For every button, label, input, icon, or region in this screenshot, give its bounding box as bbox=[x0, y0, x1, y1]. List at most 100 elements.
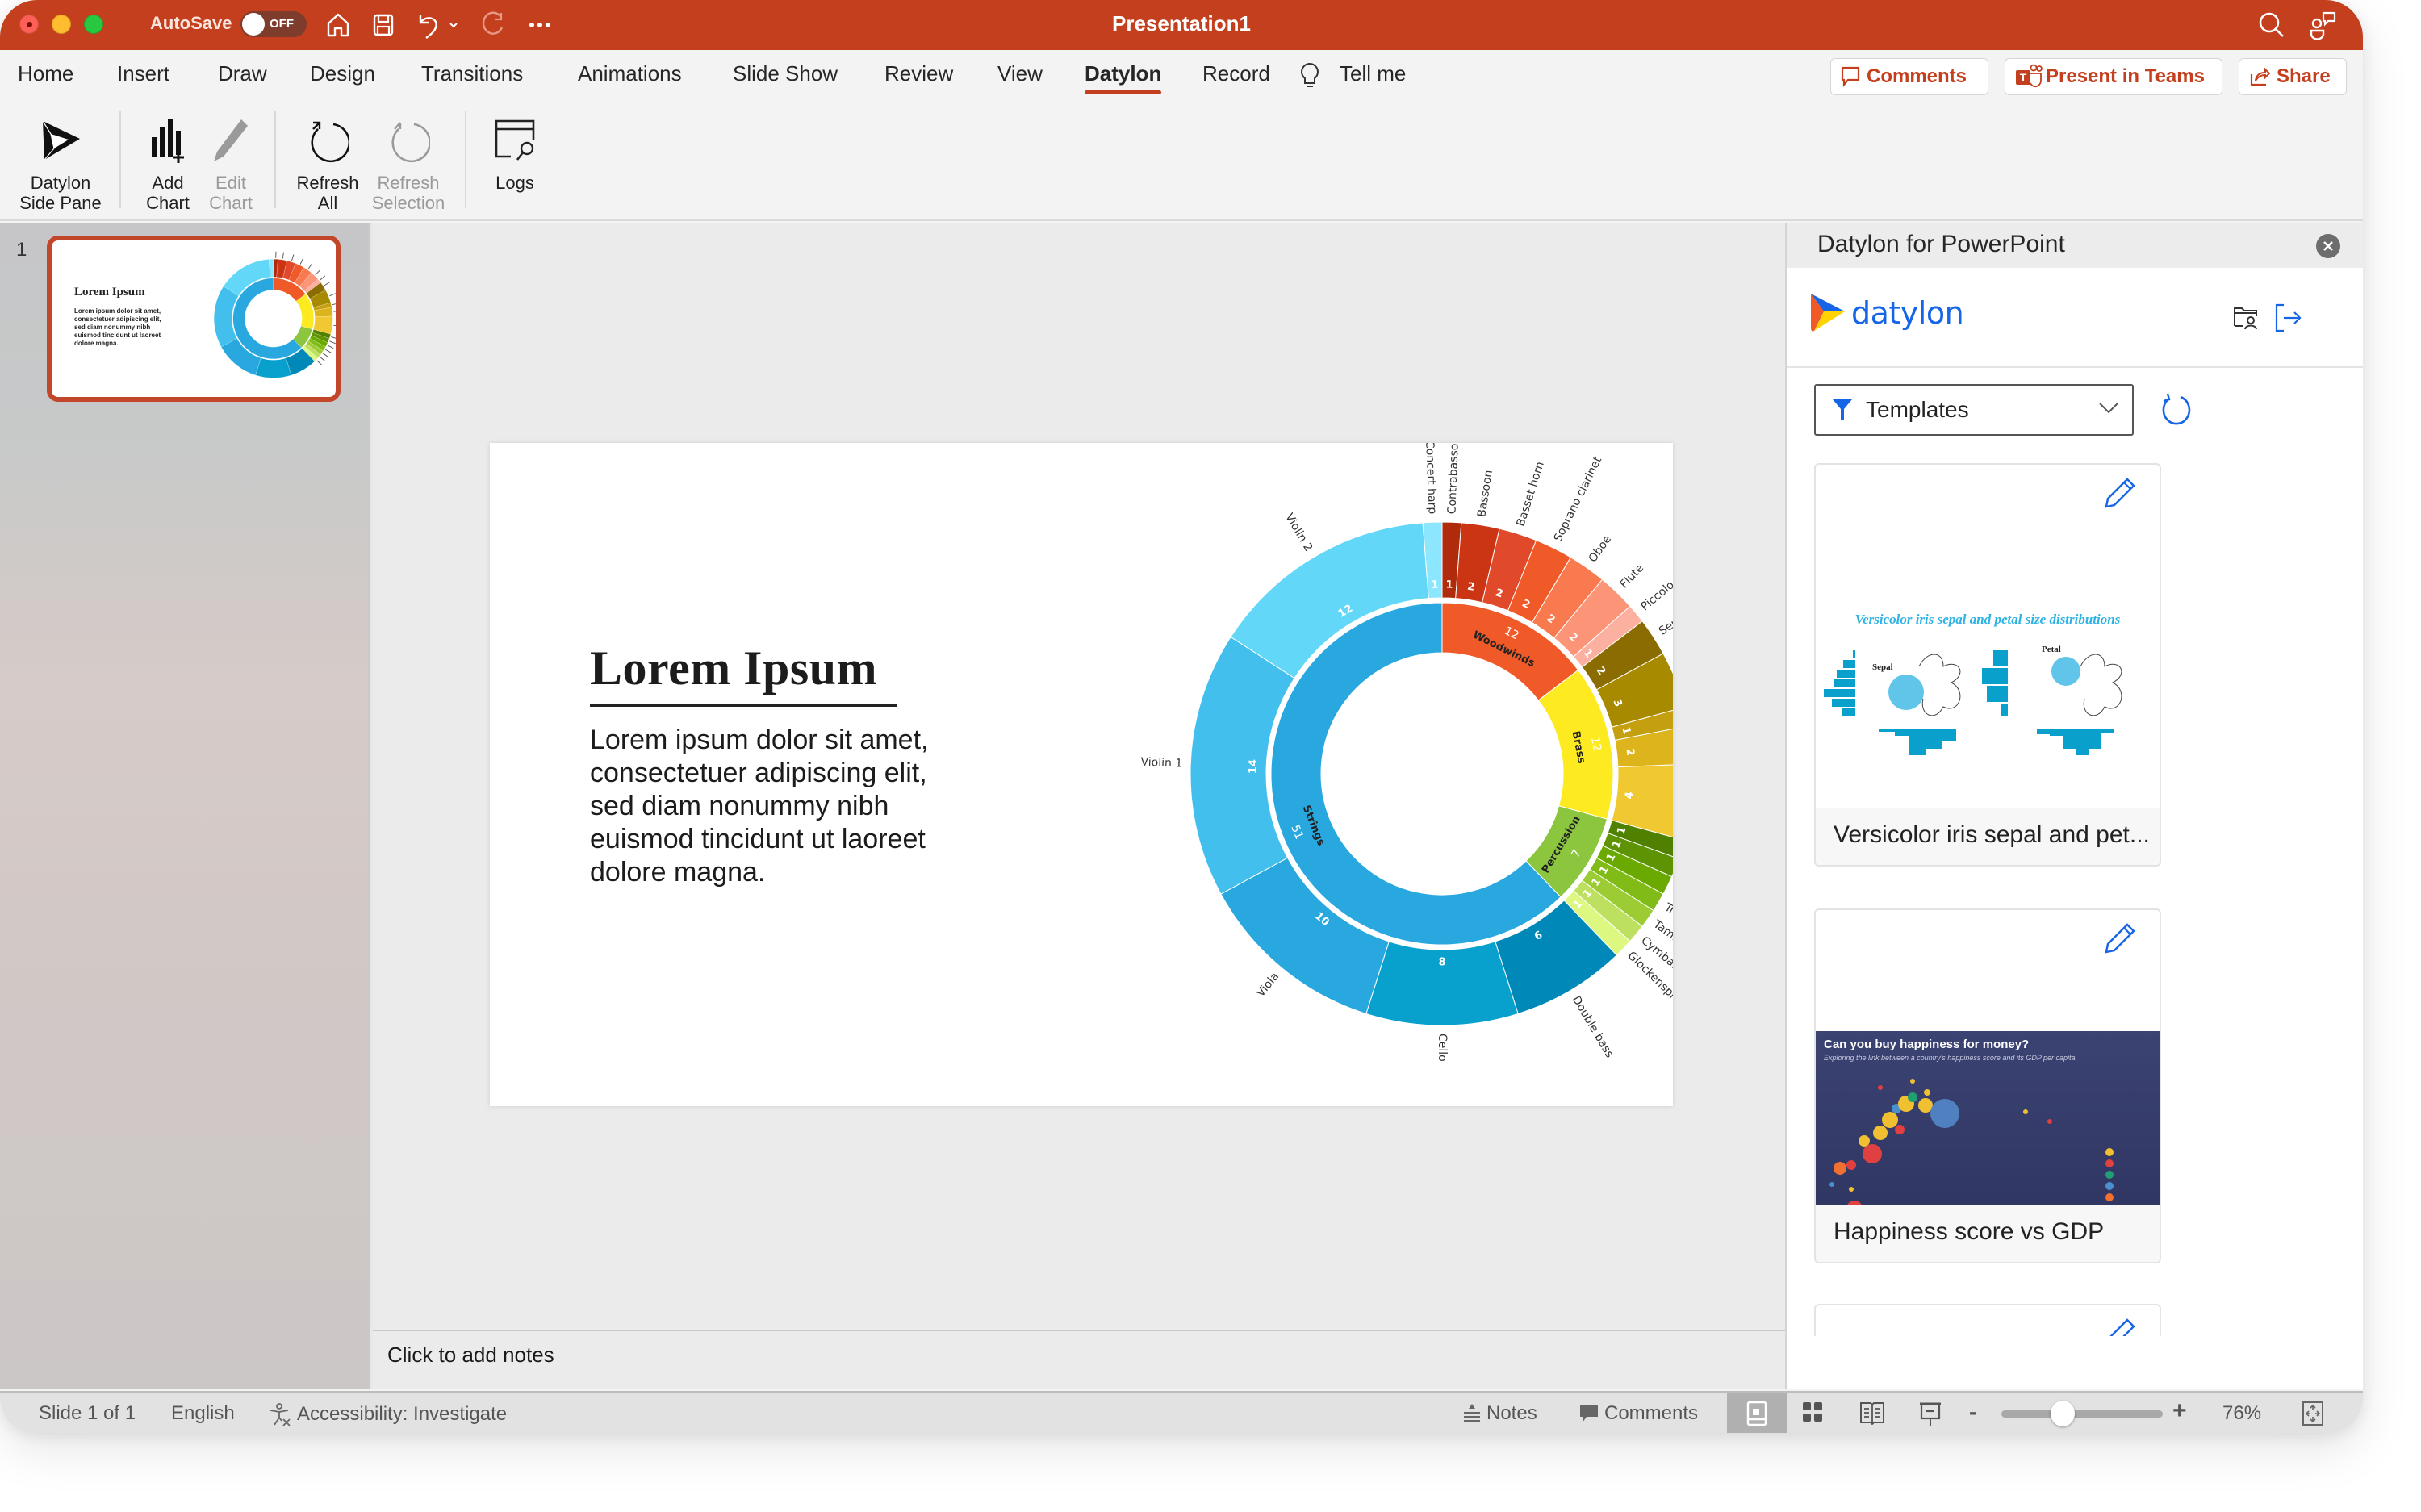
status-bar: Slide 1 of 1 English Accessibility: Inve… bbox=[0, 1391, 2363, 1433]
logs-button[interactable]: Logs bbox=[484, 108, 546, 193]
present-in-teams-button[interactable]: T Present in Teams bbox=[2005, 58, 2222, 95]
comments-toggle[interactable]: Comments bbox=[1578, 1402, 1698, 1425]
datylon-side-pane-line2: Side Pane bbox=[19, 193, 102, 213]
accessibility-checker[interactable]: Accessibility: Investigate bbox=[268, 1402, 507, 1426]
logs-icon bbox=[493, 108, 537, 173]
document-title: Presentation1 bbox=[1112, 11, 1251, 36]
filter-icon bbox=[1833, 399, 1852, 420]
slide-count: Slide 1 of 1 bbox=[39, 1402, 136, 1424]
collaborate-icon[interactable] bbox=[2308, 10, 2339, 40]
thumbnail-label-tick bbox=[320, 357, 326, 361]
language-indicator[interactable]: English bbox=[171, 1402, 235, 1425]
slide-sorter-button[interactable] bbox=[1801, 1401, 1824, 1423]
iris-preview-graphic: Sepal Petal bbox=[1824, 645, 2122, 755]
thumbnail-label-tick bbox=[291, 254, 295, 261]
template-card[interactable]: Versicolor iris sepal and petal size dis… bbox=[1814, 463, 2161, 867]
templates-filter-dropdown[interactable]: Templates bbox=[1814, 384, 2134, 436]
segment-name-label: Violin 1 bbox=[1140, 756, 1182, 771]
refresh-all-button[interactable]: Refresh All bbox=[291, 108, 365, 213]
title-bar: AutoSave OFF Presentation1 bbox=[0, 0, 2363, 50]
thumbnail-label-tick bbox=[324, 282, 330, 286]
edit-template-icon[interactable] bbox=[2105, 1317, 2137, 1336]
datylon-side-pane-line1: Datylon bbox=[30, 173, 91, 193]
present-in-teams-label: Present in Teams bbox=[2046, 65, 2205, 87]
slideshow-view-button[interactable] bbox=[1919, 1401, 1942, 1428]
segment-name-label: Serpent bbox=[1657, 603, 1673, 638]
thumbnail-label-tick bbox=[331, 336, 336, 339]
datylon-brand-name: datylon bbox=[1851, 295, 1964, 331]
fit-to-window-button[interactable] bbox=[2302, 1401, 2324, 1426]
tab-review[interactable]: Review bbox=[884, 61, 953, 86]
zoom-slider-handle[interactable] bbox=[2051, 1401, 2075, 1426]
thumbnail-label-tick bbox=[329, 340, 336, 345]
thumbnail-label-tick bbox=[333, 324, 336, 327]
thumbnail-label-tick bbox=[282, 252, 284, 259]
tab-design[interactable]: Design bbox=[310, 61, 375, 86]
tab-record[interactable]: Record bbox=[1202, 61, 1270, 86]
slide-thumbnails-pane: 1 Lorem Ipsum Lorem ipsum dolor sit amet… bbox=[0, 223, 368, 1389]
template-card[interactable]: Can you buy happiness for money? Explori… bbox=[1814, 908, 2161, 1263]
notes-toggle[interactable]: Notes bbox=[1462, 1402, 1537, 1425]
sign-out-icon[interactable] bbox=[2274, 303, 2303, 336]
zoom-out-button[interactable]: - bbox=[1969, 1399, 1976, 1425]
datylon-side-pane-button[interactable]: Datylon Side Pane bbox=[16, 108, 105, 213]
share-button-label: Share bbox=[2277, 65, 2331, 87]
share-icon bbox=[2250, 67, 2270, 86]
segment-value-label: 1 bbox=[1431, 579, 1439, 591]
thumbnail-label-tick bbox=[307, 263, 312, 269]
sunburst-chart[interactable]: 12Woodwinds1Contrabassoon2Bassoon2Basset… bbox=[1014, 443, 1673, 1106]
slide-body-text[interactable]: Lorem ipsum dolor sit amet, consectetuer… bbox=[590, 724, 969, 889]
chevron-down-icon bbox=[2099, 403, 2118, 414]
notes-pane[interactable]: Click to add notes bbox=[373, 1330, 1785, 1389]
close-icon bbox=[2323, 241, 2333, 251]
normal-view-button[interactable] bbox=[1727, 1393, 1787, 1433]
tell-me-search[interactable]: Tell me bbox=[1340, 61, 1406, 86]
segment-name-label: Viola bbox=[1254, 970, 1282, 1000]
user-folder-icon[interactable] bbox=[2232, 303, 2260, 335]
refresh-selection-line2: Selection bbox=[371, 193, 445, 213]
edit-template-icon[interactable] bbox=[2105, 921, 2137, 954]
template-card[interactable] bbox=[1814, 1304, 2161, 1336]
zoom-in-button[interactable]: + bbox=[2172, 1397, 2187, 1425]
edit-template-icon[interactable] bbox=[2105, 476, 2137, 508]
comment-bubble-icon bbox=[1580, 1405, 1598, 1422]
tab-draw[interactable]: Draw bbox=[218, 61, 267, 86]
tab-transitions[interactable]: Transitions bbox=[421, 61, 523, 86]
segment-name-label: Contrabassoon bbox=[1445, 443, 1461, 515]
slide-title[interactable]: Lorem Ipsum bbox=[590, 641, 877, 696]
tab-insert[interactable]: Insert bbox=[117, 61, 169, 86]
sunburst-segment-cello bbox=[255, 357, 292, 378]
refresh-templates-icon[interactable] bbox=[2160, 392, 2192, 432]
tab-slide-show[interactable]: Slide Show bbox=[733, 61, 838, 86]
ribbon-separator bbox=[119, 111, 121, 208]
slide-canvas[interactable]: Lorem Ipsum Lorem ipsum dolor sit amet, … bbox=[490, 443, 1673, 1106]
zoom-level[interactable]: 76% bbox=[2222, 1402, 2261, 1425]
tab-home[interactable]: Home bbox=[18, 61, 73, 86]
lightbulb-icon bbox=[1299, 61, 1320, 94]
sunburst-segment-cello[interactable] bbox=[1365, 941, 1519, 1026]
segment-name-label: Concert harp bbox=[1423, 443, 1438, 515]
thumbnail-label-tick bbox=[315, 269, 320, 276]
tab-datylon[interactable]: Datylon bbox=[1085, 61, 1162, 94]
comments-button[interactable]: Comments bbox=[1830, 58, 1988, 95]
add-chart-button[interactable]: Add Chart bbox=[137, 108, 199, 213]
slide-editor: Lorem Ipsum Lorem ipsum dolor sit amet, … bbox=[373, 223, 1785, 1330]
thumbnail-label-tick bbox=[332, 303, 336, 306]
title-underline bbox=[590, 704, 897, 707]
side-panel-divider bbox=[1787, 366, 2363, 368]
tab-animations[interactable]: Animations bbox=[578, 61, 682, 86]
normal-view-icon bbox=[1746, 1401, 1767, 1426]
zoom-slider[interactable] bbox=[2001, 1410, 2163, 1418]
refresh-all-line2: All bbox=[317, 193, 338, 213]
search-icon[interactable] bbox=[2256, 10, 2287, 40]
add-chart-line2: Chart bbox=[146, 193, 190, 213]
pencil-icon bbox=[212, 108, 249, 173]
notes-icon bbox=[1464, 1404, 1480, 1422]
close-panel-button[interactable] bbox=[2316, 234, 2340, 258]
slide-thumbnail-1[interactable]: Lorem Ipsum Lorem ipsum dolor sit amet, … bbox=[47, 236, 341, 402]
sepal-label: Sepal bbox=[1872, 662, 1893, 672]
template-name: Happiness score vs GDP bbox=[1834, 1218, 2105, 1245]
tab-view[interactable]: View bbox=[997, 61, 1043, 86]
reading-view-button[interactable] bbox=[1859, 1401, 1885, 1425]
share-button[interactable]: Share bbox=[2239, 58, 2347, 95]
